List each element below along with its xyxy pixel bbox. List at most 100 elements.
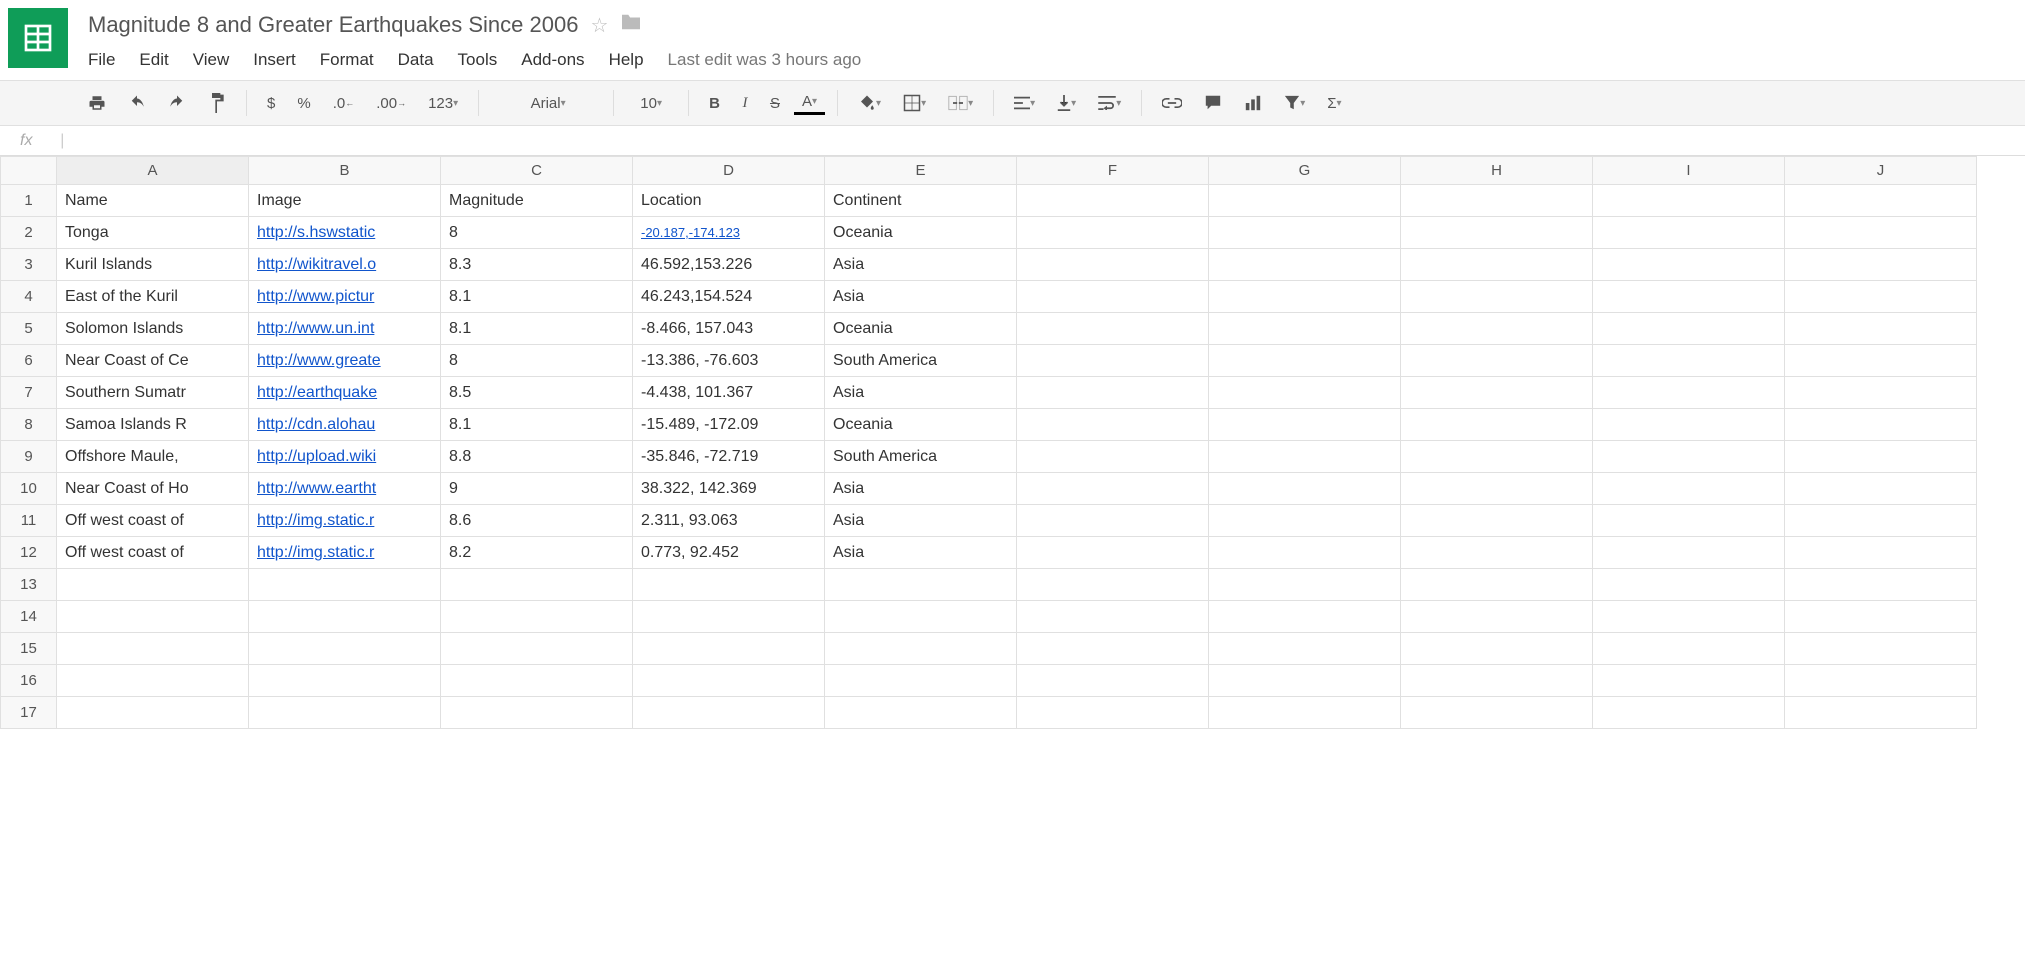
cell[interactable]: Oceania — [825, 313, 1017, 345]
column-header-B[interactable]: B — [249, 157, 441, 185]
cell[interactable] — [1401, 441, 1593, 473]
cell[interactable] — [249, 569, 441, 601]
cell[interactable]: Location — [633, 185, 825, 217]
row-header[interactable]: 15 — [1, 633, 57, 665]
cell[interactable]: Offshore Maule, — [57, 441, 249, 473]
cell[interactable]: 8.8 — [441, 441, 633, 473]
cell[interactable] — [1593, 281, 1785, 313]
cell[interactable] — [1593, 313, 1785, 345]
cell[interactable] — [825, 665, 1017, 697]
cell[interactable] — [1593, 217, 1785, 249]
cell[interactable]: 8 — [441, 217, 633, 249]
cell[interactable] — [1017, 473, 1209, 505]
row-header[interactable]: 13 — [1, 569, 57, 601]
cell[interactable] — [1017, 217, 1209, 249]
cell[interactable]: 8.1 — [441, 409, 633, 441]
cell[interactable] — [1401, 345, 1593, 377]
cell[interactable] — [1017, 633, 1209, 665]
cell[interactable] — [1017, 185, 1209, 217]
cell[interactable] — [1593, 249, 1785, 281]
cell[interactable] — [1785, 537, 1977, 569]
cell[interactable] — [1209, 633, 1401, 665]
number-format-button[interactable]: 123 — [420, 91, 466, 116]
font-family-select[interactable]: Arial — [491, 91, 601, 116]
insert-chart-button[interactable] — [1236, 90, 1270, 116]
cell[interactable] — [1785, 409, 1977, 441]
row-header[interactable]: 9 — [1, 441, 57, 473]
cell[interactable] — [1209, 281, 1401, 313]
cell[interactable] — [1017, 569, 1209, 601]
cell[interactable]: http://img.static.r — [249, 537, 441, 569]
cell[interactable] — [1593, 697, 1785, 729]
cell[interactable] — [825, 569, 1017, 601]
cell[interactable] — [249, 633, 441, 665]
cell[interactable]: Continent — [825, 185, 1017, 217]
filter-button[interactable] — [1276, 91, 1313, 115]
row-header[interactable]: 7 — [1, 377, 57, 409]
cell[interactable] — [1593, 441, 1785, 473]
cell[interactable] — [1785, 313, 1977, 345]
cell[interactable] — [1209, 569, 1401, 601]
cell[interactable] — [1785, 345, 1977, 377]
cell[interactable] — [1401, 601, 1593, 633]
cell[interactable]: Southern Sumatr — [57, 377, 249, 409]
cell[interactable]: Asia — [825, 377, 1017, 409]
cell[interactable]: http://img.static.r — [249, 505, 441, 537]
cell[interactable] — [1209, 409, 1401, 441]
italic-button[interactable]: I — [734, 91, 756, 116]
cell[interactable] — [1401, 377, 1593, 409]
cell[interactable]: Off west coast of — [57, 537, 249, 569]
cell[interactable]: 8.2 — [441, 537, 633, 569]
cell[interactable] — [1401, 537, 1593, 569]
cell[interactable] — [1401, 281, 1593, 313]
cell[interactable]: Oceania — [825, 409, 1017, 441]
cell[interactable] — [1785, 569, 1977, 601]
cell[interactable] — [1209, 377, 1401, 409]
cell[interactable] — [1401, 217, 1593, 249]
strikethrough-button[interactable]: S — [762, 91, 788, 116]
cell[interactable] — [57, 665, 249, 697]
row-header[interactable]: 5 — [1, 313, 57, 345]
decrease-decimal-button[interactable]: .0← — [325, 91, 363, 116]
cell[interactable] — [1401, 313, 1593, 345]
cell[interactable]: Off west coast of — [57, 505, 249, 537]
cell[interactable] — [1785, 505, 1977, 537]
cell[interactable]: http://www.pictur — [249, 281, 441, 313]
cell[interactable] — [1017, 345, 1209, 377]
column-header-G[interactable]: G — [1209, 157, 1401, 185]
horizontal-align-button[interactable] — [1006, 92, 1043, 114]
merge-cells-button[interactable] — [940, 91, 981, 115]
cell[interactable]: Asia — [825, 249, 1017, 281]
text-wrap-button[interactable] — [1090, 92, 1129, 114]
cell[interactable] — [1401, 697, 1593, 729]
cell[interactable] — [1593, 633, 1785, 665]
menu-view[interactable]: View — [193, 50, 230, 70]
cell[interactable]: http://upload.wiki — [249, 441, 441, 473]
menu-data[interactable]: Data — [398, 50, 434, 70]
row-header[interactable]: 3 — [1, 249, 57, 281]
cell[interactable]: Oceania — [825, 217, 1017, 249]
menu-file[interactable]: File — [88, 50, 115, 70]
increase-decimal-button[interactable]: .00→ — [368, 91, 414, 116]
cell[interactable] — [1785, 441, 1977, 473]
currency-button[interactable]: $ — [259, 91, 283, 116]
percent-button[interactable]: % — [289, 91, 318, 116]
cell[interactable] — [1785, 377, 1977, 409]
cell[interactable] — [1401, 185, 1593, 217]
cell[interactable] — [633, 569, 825, 601]
cell[interactable]: Name — [57, 185, 249, 217]
cell[interactable] — [1209, 249, 1401, 281]
cell[interactable] — [633, 697, 825, 729]
cell[interactable] — [1017, 249, 1209, 281]
cell[interactable]: Solomon Islands — [57, 313, 249, 345]
cell[interactable] — [1209, 473, 1401, 505]
cell[interactable] — [1785, 473, 1977, 505]
insert-comment-button[interactable] — [1196, 90, 1230, 116]
cell[interactable] — [1017, 601, 1209, 633]
cell[interactable]: 9 — [441, 473, 633, 505]
cell[interactable] — [1401, 505, 1593, 537]
formula-input[interactable] — [64, 126, 2025, 155]
cell[interactable]: 8.3 — [441, 249, 633, 281]
cell[interactable] — [1785, 665, 1977, 697]
cell[interactable] — [441, 633, 633, 665]
